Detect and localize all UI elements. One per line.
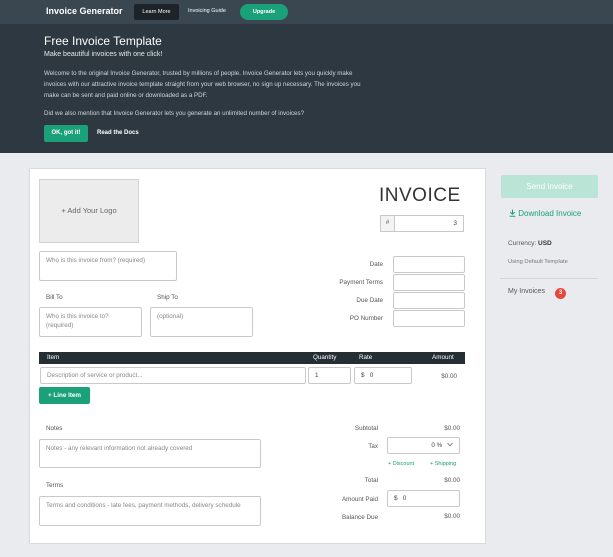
learn-more-button[interactable]: Learn More (134, 4, 179, 20)
currency-selector[interactable]: Currency: USD (508, 240, 552, 247)
total-label: Total (364, 477, 378, 484)
hero-title: Free Invoice Template (44, 34, 162, 48)
quantity-column-header: Quantity (313, 354, 337, 361)
read-docs-link[interactable]: Read the Docs (97, 130, 139, 136)
download-invoice-label: Download Invoice (518, 209, 582, 218)
total-value: $0.00 (444, 477, 460, 484)
ok-got-it-button[interactable]: OK, got it! (44, 125, 88, 142)
my-invoices-link[interactable]: My Invoices (508, 288, 545, 295)
invoice-count-badge: 3 (555, 288, 566, 299)
payment-terms-label: Payment Terms (339, 279, 383, 286)
tax-label: Tax (368, 443, 378, 450)
hero-subtitle: Make beautiful invoices with one click! (44, 51, 163, 58)
template-link[interactable]: Using Default Template (508, 259, 568, 265)
subtotal-value: $0.00 (444, 425, 460, 432)
hero-note: Did we also mention that Invoice Generat… (44, 110, 305, 117)
terms-field[interactable]: Terms and conditions - late fees, paymen… (39, 496, 261, 526)
item-column-header: Item (47, 354, 60, 361)
add-shipping-link[interactable]: + Shipping (430, 461, 456, 467)
add-discount-link[interactable]: + Discount (388, 461, 414, 467)
po-number-label: PO Number (349, 315, 383, 322)
tax-input[interactable]: 0 % (387, 437, 460, 454)
from-field[interactable]: Who is this invoice from? (required) (39, 251, 177, 281)
terms-label: Terms (46, 482, 64, 489)
upgrade-button[interactable]: Upgrade (240, 4, 288, 20)
invoice-number-input[interactable]: 3 (395, 215, 464, 232)
bill-to-field[interactable]: Who is this invoice to? (required) (39, 307, 142, 337)
amount-column-header: Amount (432, 354, 454, 361)
amount-paid-label: Amount Paid (341, 496, 378, 503)
rate-currency-symbol: $ (361, 372, 365, 379)
tax-value: 0 % (431, 442, 443, 449)
download-invoice-link[interactable]: Download Invoice (509, 209, 581, 219)
payment-terms-input[interactable] (393, 274, 465, 291)
balance-due-value: $0.00 (444, 513, 460, 520)
add-logo-button[interactable]: + Add Your Logo (39, 179, 139, 243)
date-label: Date (369, 261, 383, 268)
amount-paid-currency: $ (394, 495, 398, 502)
invoice-number-prefix: # (380, 215, 395, 232)
ship-to-field[interactable]: (optional) (150, 307, 253, 337)
line-item-quantity-input[interactable]: 1 (308, 367, 351, 384)
amount-paid-input[interactable]: $ 0 (387, 490, 460, 507)
currency-value: USD (538, 240, 552, 247)
ship-to-label: Ship To (157, 294, 178, 301)
sidebar-divider (500, 278, 598, 279)
notes-field[interactable]: Notes - any relevant information not alr… (39, 439, 261, 468)
po-number-input[interactable] (393, 310, 465, 327)
line-item-amount: $0.00 (441, 373, 457, 380)
due-date-input[interactable] (393, 292, 465, 309)
hero-description: Welcome to the original Invoice Generato… (44, 70, 361, 100)
currency-label: Currency: (508, 240, 537, 247)
amount-paid-value: 0 (402, 495, 407, 502)
top-nav: Invoice Generator Learn More Invoicing G… (0, 0, 613, 24)
chevron-down-icon (447, 441, 453, 450)
rate-value: 0 (369, 372, 374, 379)
download-icon (509, 209, 516, 219)
rate-column-header: Rate (359, 354, 373, 361)
subtotal-label: Subtotal (354, 425, 378, 432)
date-input[interactable] (393, 256, 465, 273)
items-table-header: Item Quantity Rate Amount (39, 352, 465, 364)
bill-to-label: Bill To (46, 294, 63, 301)
line-item-description-input[interactable]: Description of service or product... (40, 367, 306, 384)
add-line-item-button[interactable]: + Line Item (39, 387, 90, 404)
send-invoice-button[interactable]: Send Invoice (501, 175, 598, 198)
notes-label: Notes (46, 425, 63, 432)
invoice-title[interactable]: INVOICE (379, 185, 461, 207)
hero-banner: Free Invoice Template Make beautiful inv… (0, 24, 613, 153)
balance-due-label: Balance Due (341, 514, 378, 521)
invoicing-guide-link[interactable]: Invoicing Guide (188, 8, 226, 14)
due-date-label: Due Date (356, 297, 383, 304)
brand-logo[interactable]: Invoice Generator (46, 6, 123, 16)
